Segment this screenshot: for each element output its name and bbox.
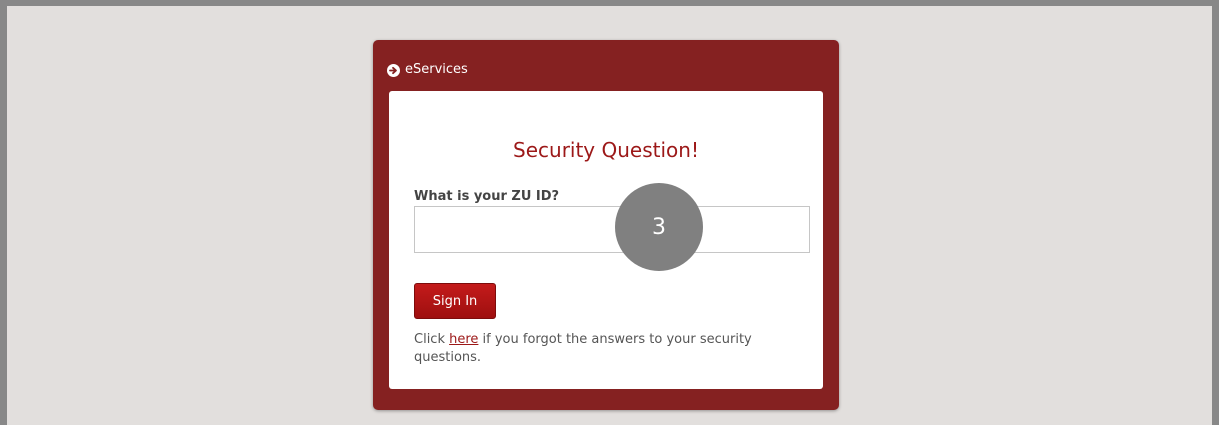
panel-title: eServices xyxy=(405,62,468,77)
question-label: What is your ZU ID? xyxy=(414,189,560,204)
step-marker-badge: 3 xyxy=(615,183,703,271)
arrow-circle-right-icon xyxy=(387,63,400,77)
page-frame: eServices Security Question! What is you… xyxy=(0,0,1219,425)
answer-input[interactable] xyxy=(414,206,810,253)
page-title: Security Question! xyxy=(513,138,699,162)
panel-header: eServices xyxy=(387,62,468,78)
sign-in-button[interactable]: Sign In xyxy=(414,283,496,319)
help-prefix: Click xyxy=(414,332,450,347)
forgot-answers-text: Click here if you forgot the answers to … xyxy=(414,331,804,367)
forgot-answers-link[interactable]: here xyxy=(449,332,478,347)
eservices-panel: eServices Security Question! What is you… xyxy=(373,40,839,410)
security-question-card: Security Question! What is your ZU ID? 3… xyxy=(389,91,823,389)
